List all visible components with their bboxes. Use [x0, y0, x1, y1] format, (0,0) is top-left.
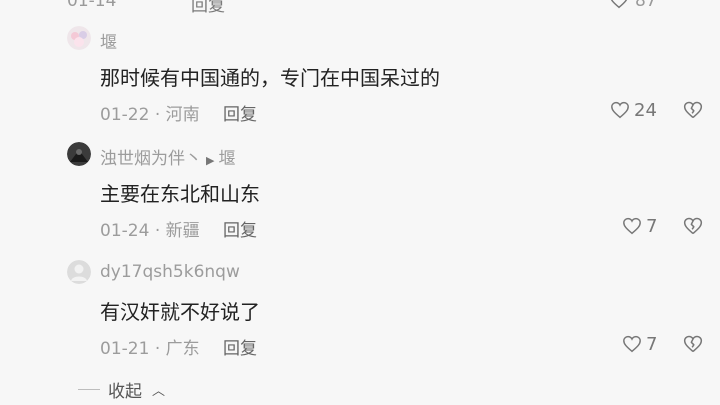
comment-meta: 01-24 · 新疆 回复 — [100, 216, 257, 241]
comment-location: 广东 — [165, 339, 200, 359]
heart-icon[interactable] — [609, 0, 629, 14]
separator: · — [154, 105, 161, 125]
reply-button[interactable]: 回复 — [223, 339, 257, 359]
broken-heart-icon[interactable] — [683, 100, 703, 120]
comment-text: 主要在东北和山东 — [100, 182, 260, 206]
comment-text: 那时候有中国通的，专门在中国呆过的 — [100, 66, 440, 90]
avatar[interactable] — [67, 26, 91, 50]
comment-location: 新疆 — [165, 221, 200, 241]
reply-button[interactable]: 回复 — [191, 0, 225, 16]
comment-meta: 01-22 · 河南 回复 — [100, 100, 257, 125]
like-count: 7 — [646, 215, 658, 237]
like-button[interactable]: 7 — [622, 332, 657, 356]
reply-button[interactable]: 回复 — [223, 221, 257, 241]
reply-button[interactable]: 回复 — [223, 105, 257, 125]
heart-icon — [623, 217, 641, 235]
chevron-up-icon: ︿ — [152, 384, 166, 399]
broken-heart-icon[interactable] — [683, 334, 703, 354]
comment-text: 有汉奸就不好说了 — [100, 300, 260, 324]
username: 浊世烟为伴丶 ▶ 堰 — [100, 144, 235, 169]
reply-arrow-icon: ▶ — [206, 154, 215, 167]
heart-icon — [611, 101, 629, 119]
heart-icon — [623, 335, 641, 353]
broken-heart-icon[interactable] — [683, 216, 703, 236]
like-button[interactable]: 7 — [622, 214, 657, 238]
comment-date: 01-14 — [67, 0, 117, 11]
collapse-label: 收起 — [108, 382, 142, 402]
avatar[interactable] — [67, 142, 91, 166]
like-button[interactable]: 24 — [610, 98, 657, 122]
username[interactable]: dy17qsh5k6nqw — [100, 262, 240, 282]
comment-date: 01-22 — [100, 105, 150, 125]
username-text[interactable]: 浊世烟为伴丶 — [100, 149, 202, 169]
comment-date: 01-24 — [100, 221, 150, 241]
comment-location: 河南 — [165, 105, 200, 125]
reply-to-user[interactable]: 堰 — [218, 149, 235, 169]
previous-comment-meta: 01-14 回复 87 — [67, 0, 720, 16]
username[interactable]: 堰 — [100, 28, 117, 53]
comment-thread: 01-14 回复 87 堰 那时候有中国通的，专门在中国呆过的 01-22 · … — [0, 0, 720, 405]
divider — [78, 389, 100, 390]
like-count: 87 — [635, 0, 657, 11]
avatar[interactable] — [67, 260, 91, 284]
like-count: 7 — [646, 333, 658, 355]
collapse-replies-button[interactable]: 收起 ︿ — [78, 377, 165, 402]
separator: · — [154, 221, 161, 241]
like-count: 24 — [634, 99, 657, 121]
separator: · — [154, 339, 161, 359]
comment-meta: 01-21 · 广东 回复 — [100, 334, 257, 359]
comment-date: 01-21 — [100, 339, 150, 359]
